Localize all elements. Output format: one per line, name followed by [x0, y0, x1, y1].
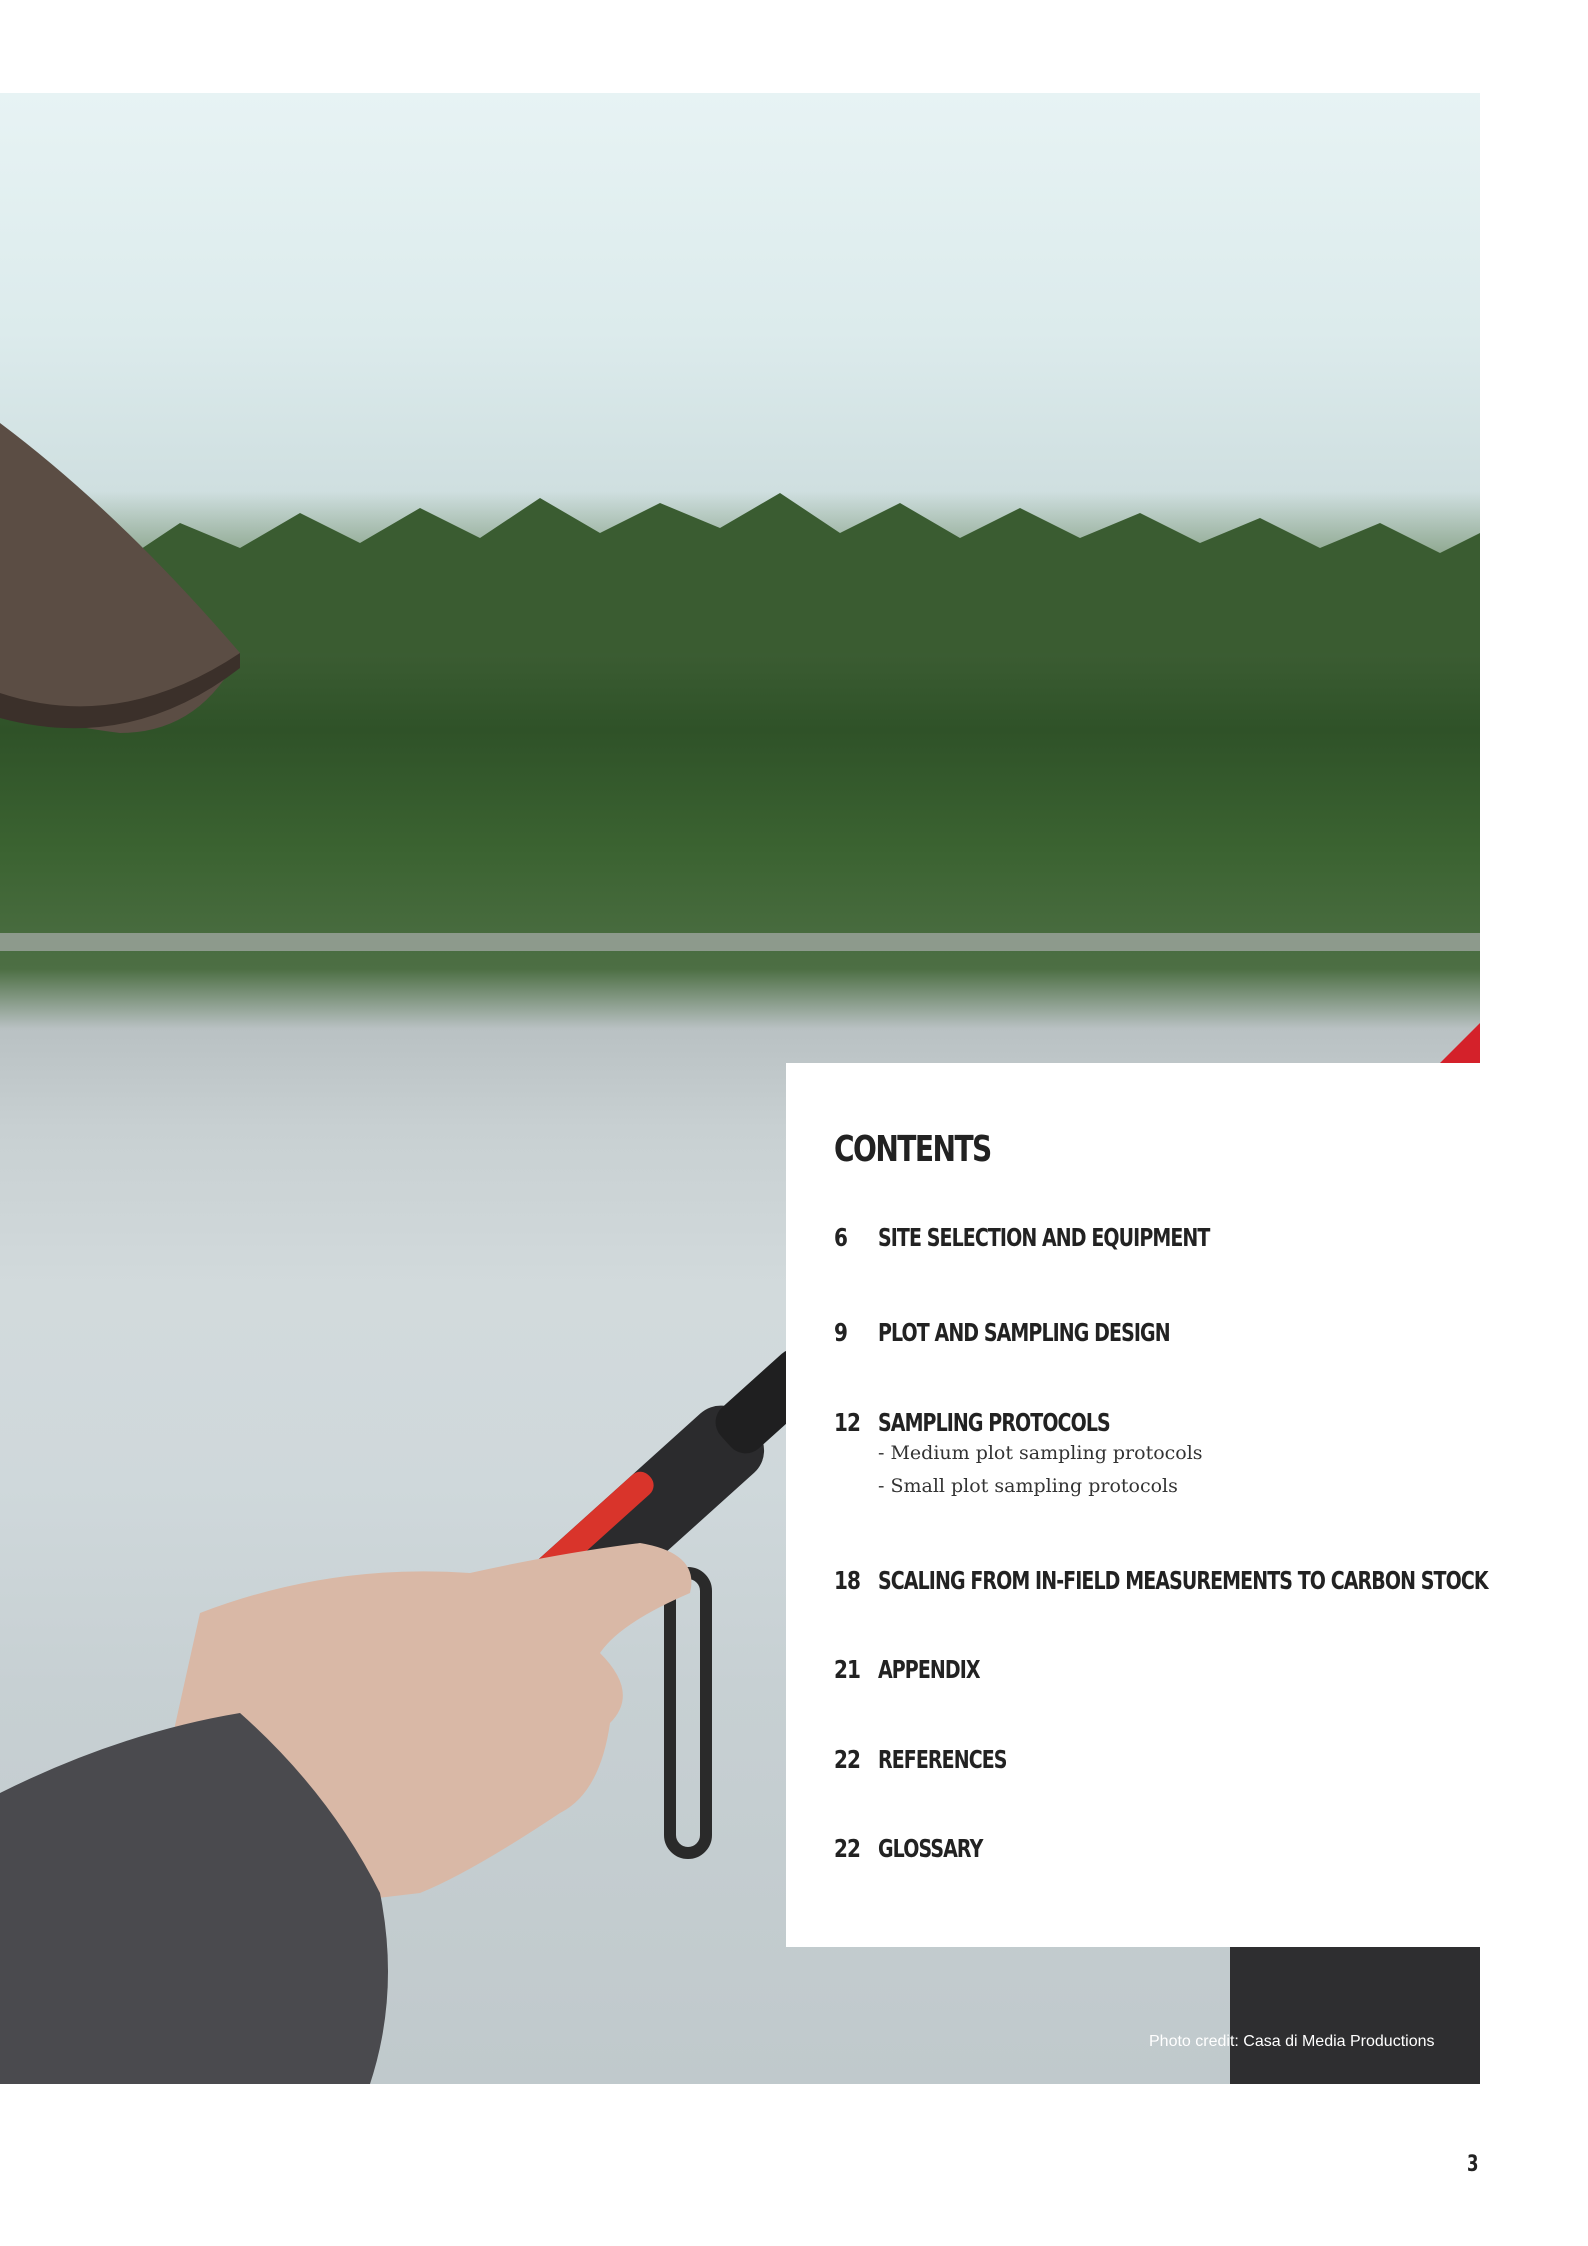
toc-page-number: 6 — [834, 1223, 848, 1252]
toc-page-number: 21 — [834, 1655, 861, 1684]
toc-item-appendix[interactable]: 21 APPENDIX — [834, 1655, 1012, 1684]
toc-label: APPENDIX — [878, 1655, 981, 1684]
toc-page-number: 22 — [834, 1745, 861, 1774]
toc-item-sampling-protocols[interactable]: 12 SAMPLING PROTOCOLS - Medium plot samp… — [834, 1408, 1203, 1503]
toc-label: PLOT AND SAMPLING DESIGN — [878, 1318, 1171, 1347]
page-number: 3 — [1467, 2152, 1479, 2177]
toc-page-number: 22 — [834, 1834, 861, 1863]
toc-label: SITE SELECTION AND EQUIPMENT — [878, 1223, 1210, 1252]
toc-label: GLOSSARY — [878, 1834, 983, 1863]
toc-item-glossary[interactable]: 22 GLOSSARY — [834, 1834, 1015, 1863]
toc-label: REFERENCES — [878, 1745, 1007, 1774]
toc-page-number: 9 — [834, 1318, 848, 1347]
toc-item-plot-design[interactable]: 9 PLOT AND SAMPLING DESIGN — [834, 1318, 1262, 1347]
toc-subitem: - Small plot sampling protocols — [878, 1475, 1178, 1497]
toc-page-number: 12 — [834, 1408, 861, 1437]
toc-item-site-selection[interactable]: 6 SITE SELECTION AND EQUIPMENT — [834, 1223, 1314, 1252]
contents-title: CONTENTS — [834, 1129, 992, 1170]
toc-item-references[interactable]: 22 REFERENCES — [834, 1745, 1047, 1774]
toc-subitem: - Medium plot sampling protocols — [878, 1442, 1203, 1464]
toc-page-number: 18 — [834, 1566, 861, 1595]
contents-panel: CONTENTS 6 SITE SELECTION AND EQUIPMENT … — [786, 1063, 1489, 1947]
toc-label: SAMPLING PROTOCOLS — [878, 1408, 1111, 1437]
toc-item-scaling[interactable]: 18 SCALING FROM IN-FIELD MEASUREMENTS TO… — [834, 1566, 1588, 1595]
photo-credit: Photo credit: Casa di Media Productions — [1149, 2033, 1435, 2050]
toc-label: SCALING FROM IN-FIELD MEASUREMENTS TO CA… — [878, 1566, 1489, 1595]
